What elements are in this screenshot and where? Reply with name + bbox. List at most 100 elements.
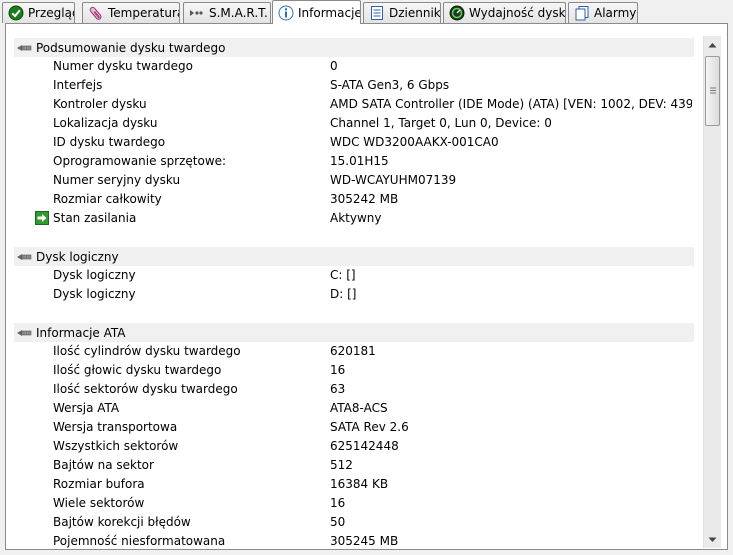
- tab-overview[interactable]: Przegląd: [2, 2, 75, 23]
- pages-icon: [575, 6, 589, 21]
- tab-log[interactable]: Dziennik: [363, 2, 441, 23]
- scroll-down-button[interactable]: [704, 531, 721, 548]
- thermometer-icon: [89, 6, 102, 20]
- list-item[interactable]: Bajtów na sektor 512: [14, 456, 694, 475]
- property-label: Dysk logiczny: [53, 268, 136, 282]
- property-label: Wiele sektorów: [53, 496, 145, 510]
- scroll-up-arrow-icon: [708, 42, 717, 47]
- property-label: Rozmiar bufora: [53, 477, 145, 491]
- list-item[interactable]: Numer dysku twardego 0: [14, 57, 694, 76]
- list-item[interactable]: Ilość cylindrów dysku twardego 620181: [14, 342, 694, 361]
- property-value: 50: [330, 515, 346, 529]
- property-label: Pojemność niesformatowana: [53, 534, 226, 548]
- list-item[interactable]: Kontroler dysku AMD SATA Controller (IDE…: [14, 95, 694, 114]
- list-item[interactable]: Dysk logiczny D: []: [14, 285, 694, 304]
- property-value: Channel 1, Target 0, Lun 0, Device: 0: [330, 116, 552, 130]
- property-value: S-ATA Gen3, 6 Gbps: [330, 78, 450, 92]
- group-header-ata-info[interactable]: Informacje ATA: [14, 323, 694, 342]
- property-value: 16384 KB: [330, 477, 389, 491]
- property-label: Numer seryjny dysku: [53, 173, 181, 187]
- property-value: 512: [330, 458, 353, 472]
- list-item[interactable]: Wiele sektorów 16: [14, 494, 694, 513]
- property-label: Lokalizacja dysku: [53, 116, 158, 130]
- properties-list: Podsumowanie dysku twardego Numer dysku …: [14, 36, 694, 548]
- property-value: Aktywny: [330, 211, 382, 225]
- property-label: Ilość cylindrów dysku twardego: [53, 344, 241, 358]
- tab-alarms[interactable]: Alarmy: [568, 2, 638, 23]
- property-value: 625142448: [330, 439, 399, 453]
- property-value: WDC WD3200AAKX-001CA0: [330, 135, 499, 149]
- list-item[interactable]: Rozmiar bufora 16384 KB: [14, 475, 694, 494]
- tab-label: S.M.A.R.T.: [209, 6, 268, 20]
- property-value: WD-WCAYUHM07139: [330, 173, 457, 187]
- property-label: Bajtów na sektor: [53, 458, 154, 472]
- tab-label: Temperatura: [108, 6, 180, 20]
- gauge-icon: [449, 5, 465, 21]
- tab-strip: Przegląd Temperatura S.M.A.R.T. Informac…: [0, 0, 733, 24]
- list-item[interactable]: Lokalizacja dysku Channel 1, Target 0, L…: [14, 114, 694, 133]
- list-item[interactable]: Rozmiar całkowity 305242 MB: [14, 190, 694, 209]
- property-label: Bajtów korekcji błędów: [53, 515, 191, 529]
- property-label: Wszystkich sektorów: [53, 439, 179, 453]
- scroll-up-button[interactable]: [704, 36, 721, 53]
- list-item[interactable]: Wersja ATA ATA8-ACS: [14, 399, 694, 418]
- property-value: 305242 MB: [330, 192, 399, 206]
- smart-dots-icon: [190, 10, 203, 16]
- list-item[interactable]: Interfejs S-ATA Gen3, 6 Gbps: [14, 76, 694, 95]
- property-value: ATA8-ACS: [330, 401, 388, 415]
- list-item[interactable]: Oprogramowanie sprzętowe: 15.01H15: [14, 152, 694, 171]
- group-title: Informacje ATA: [36, 325, 126, 340]
- list-item[interactable]: Wszystkich sektorów 625142448: [14, 437, 694, 456]
- property-label: Ilość sektorów dysku twardego: [53, 382, 238, 396]
- vertical-scrollbar[interactable]: [703, 36, 721, 548]
- list-item[interactable]: ID dysku twardego WDC WD3200AAKX-001CA0: [14, 133, 694, 152]
- property-value: 63: [330, 382, 346, 396]
- property-value: 0: [330, 59, 338, 73]
- scrollbar-thumb[interactable]: [705, 56, 720, 126]
- list-item[interactable]: Stan zasilania Aktywny: [14, 209, 694, 228]
- property-label: Oprogramowanie sprzętowe:: [53, 154, 227, 168]
- property-label: Stan zasilania: [53, 211, 137, 225]
- tab-smart[interactable]: S.M.A.R.T.: [183, 2, 271, 23]
- list-item[interactable]: Numer seryjny dysku WD-WCAYUHM07139: [14, 171, 694, 190]
- property-value: SATA Rev 2.6: [330, 420, 409, 434]
- check-circle-icon: [8, 5, 24, 21]
- list-item[interactable]: Wersja transportowa SATA Rev 2.6: [14, 418, 694, 437]
- info-icon: [278, 5, 294, 20]
- property-label: Rozmiar całkowity: [53, 192, 162, 206]
- group-header-disk-summary[interactable]: Podsumowanie dysku twardego: [14, 38, 694, 57]
- tab-label: Wydajność dysku: [469, 6, 566, 20]
- tab-disk-performance[interactable]: Wydajność dysku: [443, 2, 566, 23]
- property-value: C: []: [330, 268, 356, 282]
- hdd-cable-icon: [17, 253, 32, 260]
- list-item[interactable]: Ilość głowic dysku twardego 16: [14, 361, 694, 380]
- property-label: Dysk logiczny: [53, 287, 136, 301]
- document-icon: [371, 6, 383, 20]
- property-value: D: []: [330, 287, 357, 301]
- scroll-down-arrow-icon: [708, 537, 717, 542]
- property-value: 305245 MB: [330, 534, 399, 548]
- property-value: AMD SATA Controller (IDE Mode) (ATA) [VE…: [330, 97, 692, 111]
- property-label: Interfejs: [53, 78, 103, 92]
- group-title: Dysk logiczny: [36, 249, 119, 264]
- property-value: 620181: [330, 344, 376, 358]
- list-item[interactable]: Pojemność niesformatowana 305245 MB: [14, 532, 694, 548]
- tab-temperature[interactable]: Temperatura: [82, 2, 180, 23]
- information-panel: Podsumowanie dysku twardego Numer dysku …: [5, 23, 728, 550]
- property-value: 16: [330, 363, 346, 377]
- tab-label: Przegląd: [28, 6, 75, 20]
- group-title: Podsumowanie dysku twardego: [36, 40, 226, 55]
- property-value: 15.01H15: [330, 154, 389, 168]
- list-item[interactable]: Ilość sektorów dysku twardego 63: [14, 380, 694, 399]
- list-item[interactable]: Dysk logiczny C: []: [14, 266, 694, 285]
- group-header-logical-disk[interactable]: Dysk logiczny: [14, 247, 694, 266]
- property-label: ID dysku twardego: [53, 135, 166, 149]
- tab-information[interactable]: Informacje: [272, 0, 361, 24]
- property-label: Kontroler dysku: [53, 97, 147, 111]
- property-label: Numer dysku twardego: [53, 59, 193, 73]
- tab-label: Dziennik: [389, 6, 441, 20]
- hdd-cable-icon: [17, 329, 32, 336]
- tab-label: Alarmy: [594, 6, 637, 20]
- list-item[interactable]: Bajtów korekcji błędów 50: [14, 513, 694, 532]
- hdd-cable-icon: [17, 44, 32, 51]
